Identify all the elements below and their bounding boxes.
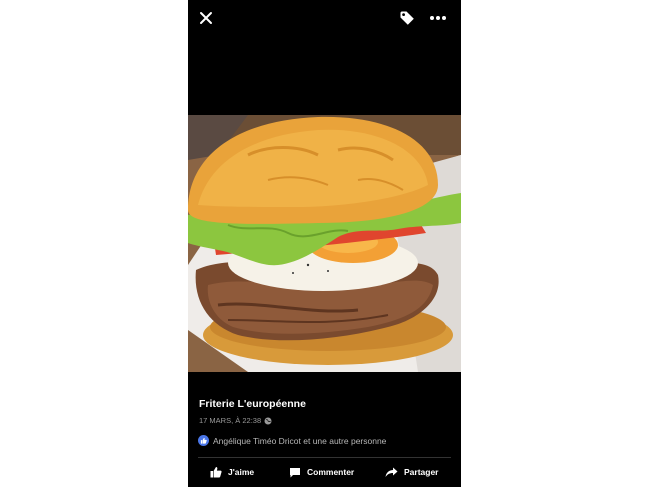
like-badge-icon	[198, 435, 209, 446]
post-meta: 17 MARS, À 22:38	[199, 416, 272, 425]
page-name[interactable]: Friterie L'européenne	[199, 398, 306, 410]
comment-icon	[289, 467, 301, 478]
post-timestamp[interactable]: 17 MARS, À 22:38	[199, 416, 261, 425]
like-button[interactable]: J'aime	[210, 462, 254, 482]
globe-icon	[264, 417, 272, 425]
share-button[interactable]: Partager	[385, 462, 439, 482]
thumbs-up-icon	[210, 466, 222, 478]
tag-icon[interactable]	[397, 8, 417, 28]
comment-label: Commenter	[307, 467, 355, 477]
more-horizontal-icon[interactable]	[427, 8, 449, 28]
comment-button[interactable]: Commenter	[289, 462, 354, 482]
reactions-summary[interactable]: Angélique Timéo Dricot et une autre pers…	[198, 435, 386, 446]
reactions-text: Angélique Timéo Dricot et une autre pers…	[213, 435, 387, 446]
post-info: Friterie L'européenne 17 MARS, À 22:38 A…	[188, 372, 461, 487]
viewer-toolbar	[188, 0, 461, 36]
burger-image[interactable]	[188, 115, 461, 372]
like-label: J'aime	[228, 467, 255, 477]
close-icon[interactable]	[196, 8, 216, 28]
share-label: Partager	[404, 467, 439, 477]
divider	[198, 457, 451, 458]
post-actions: J'aime Commenter Partager	[188, 462, 461, 482]
share-arrow-icon	[385, 467, 398, 478]
photo-viewer: Friterie L'européenne 17 MARS, À 22:38 A…	[188, 0, 461, 487]
